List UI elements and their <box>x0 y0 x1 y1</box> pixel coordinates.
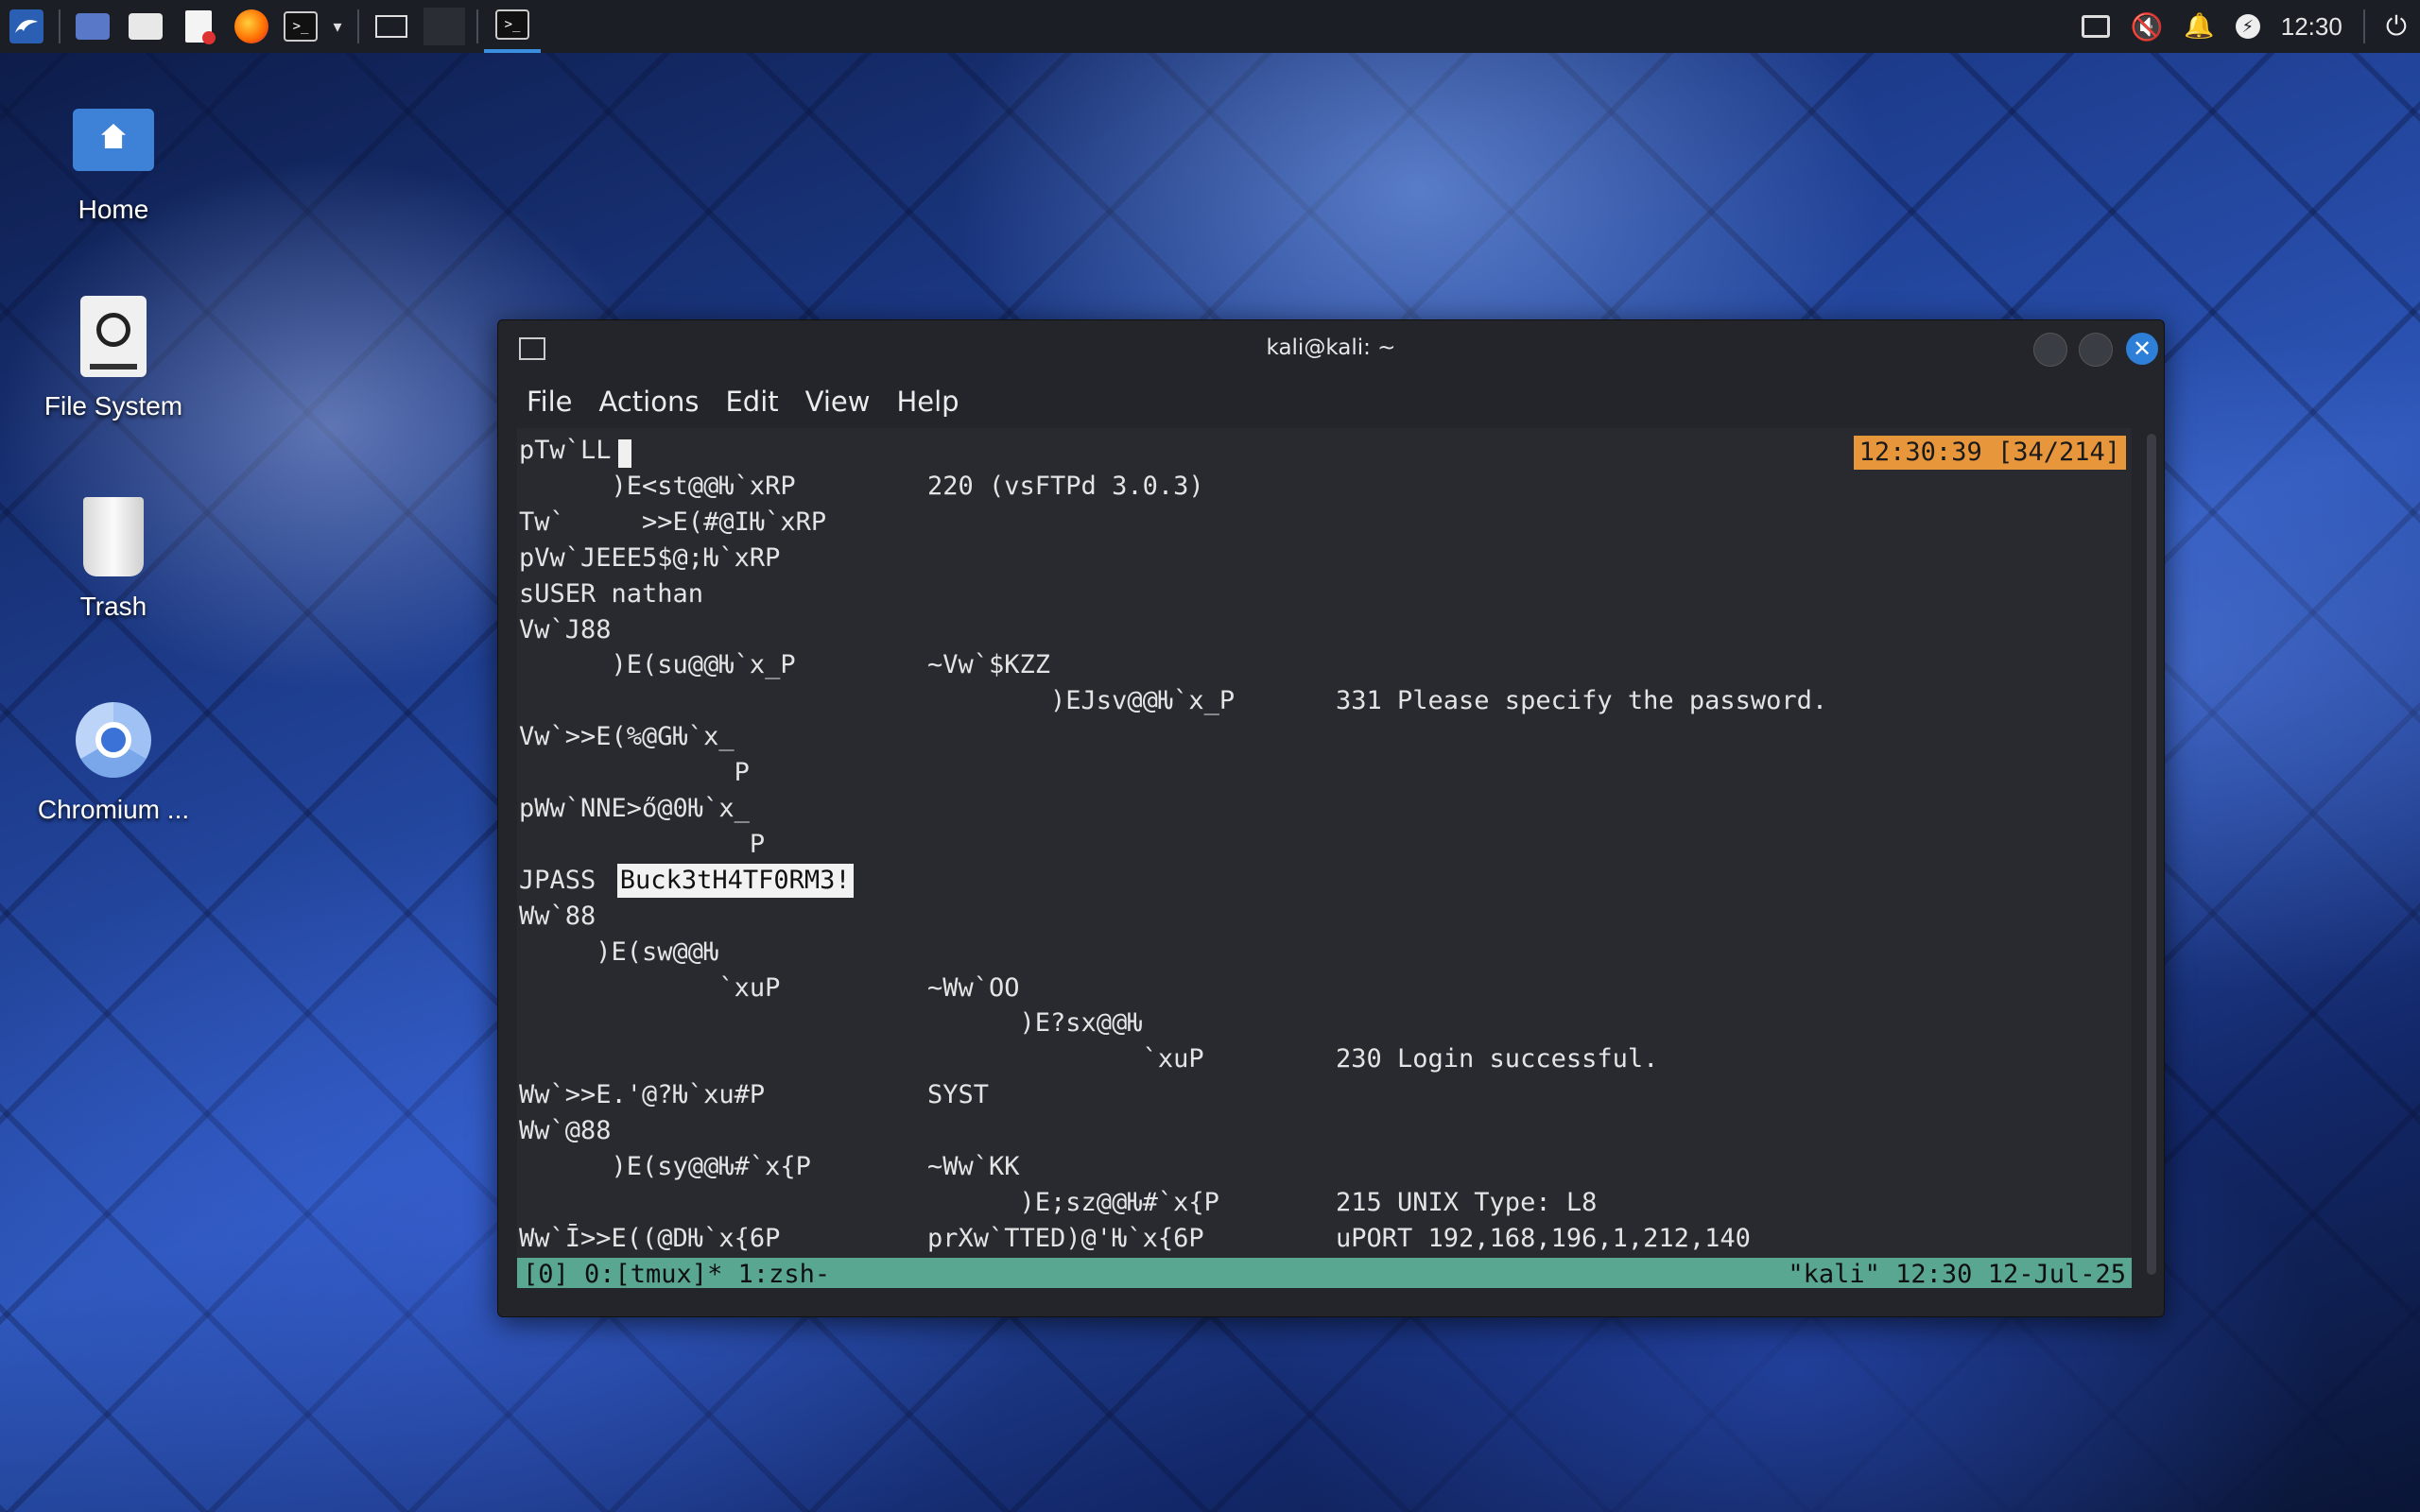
desktop-icon-label: File System <box>43 391 183 421</box>
terminal-line: ~Ww`OO <box>927 972 1020 1003</box>
power-manager-icon[interactable]: ⚡ <box>2235 14 2260 39</box>
volume-muted-icon[interactable]: 🔇 <box>2131 11 2164 43</box>
tmux-timestamp-badge: 12:30:39 [34/214] <box>1853 436 2126 470</box>
chromium-icon <box>68 695 159 785</box>
logout-icon[interactable]: ⏻ <box>2386 10 2407 43</box>
drive-icon <box>68 291 159 382</box>
desktop-icon-label: Trash <box>79 592 147 621</box>
desktop-icon-label: Home <box>78 195 149 224</box>
workspace-icon <box>424 8 465 45</box>
workspace-icon <box>375 15 407 38</box>
terminal-line: Tw` >>E(#@IǶ`xRP <box>519 507 827 537</box>
kali-menu-button[interactable] <box>0 0 53 53</box>
folder-icon <box>129 13 163 40</box>
menu-actions[interactable]: Actions <box>599 386 700 418</box>
tmux-status-left[interactable]: [0] 0:[tmux]* 1:zsh- <box>523 1258 830 1288</box>
menu-file[interactable]: File <box>527 386 573 418</box>
terminal-line: SYST <box>927 1080 990 1110</box>
terminal-cursor <box>618 439 631 468</box>
terminal-line: P <box>519 758 750 788</box>
tmux-status-bar: [0] 0:[tmux]* 1:zsh- "kali" 12:30 12-Jul… <box>517 1258 2132 1288</box>
desktop-icon-chromium[interactable]: Chromium ... <box>19 695 208 825</box>
desktop-icon-home[interactable]: Home <box>19 94 208 225</box>
terminal-line: ~Vw`$KZZ <box>927 650 1051 680</box>
terminal-window: kali@kali: ~ ✕ File Actions Edit View He… <box>497 319 2165 1317</box>
kali-dragon-icon <box>9 9 43 43</box>
terminal-line: Ww`88 <box>519 901 596 931</box>
workspace-1[interactable] <box>365 0 418 53</box>
terminal-line: pWw`NNE>ő@0Ƕ`x_ <box>519 794 750 823</box>
panel-separator <box>2362 9 2365 43</box>
menu-edit[interactable]: Edit <box>725 386 778 418</box>
trash-icon <box>68 491 159 582</box>
window-title: kali@kali: ~ <box>1266 335 1396 360</box>
network-icon[interactable] <box>2081 15 2110 38</box>
terminal-line: sUSER nathan <box>519 578 704 609</box>
firefox-icon <box>234 9 268 43</box>
terminal-icon: >_ <box>495 9 529 40</box>
terminal-line: pVw`JEEE5$@;Ƕ`xRP <box>519 542 781 573</box>
terminal-line: 215 UNIX Type: L8 <box>1336 1187 1598 1217</box>
terminal-line: 331 Please specify the password. <box>1336 686 1828 716</box>
terminal-line: )E(su@@Ƕ`x_P <box>519 650 796 680</box>
highlighted-password: Buck3tH4TF0RM3! <box>616 863 854 898</box>
terminal-line: pTw`LL <box>519 436 612 465</box>
panel-clock[interactable]: 12:30 <box>2281 12 2342 42</box>
taskbar-terminal-window[interactable]: >_ <box>484 0 541 53</box>
terminal-line: Ww`>>E.'@?Ƕ`xu#P <box>519 1080 766 1110</box>
terminal-line: )E;sz@@Ƕ#`x{P <box>927 1187 1219 1217</box>
close-icon: ✕ <box>2132 335 2152 362</box>
terminal-line: `xuP <box>519 972 781 1003</box>
top-panel: >_ ▾ >_ 🔇 🔔 ⚡ 12:30 ⏻ <box>0 0 2420 53</box>
text-editor-launcher[interactable] <box>172 0 225 53</box>
tmux-status-right: "kali" 12:30 12-Jul-25 <box>1788 1260 2126 1288</box>
notification-bell-icon[interactable]: 🔔 <box>2184 12 2214 41</box>
panel-separator <box>357 9 359 43</box>
workspace-2[interactable] <box>418 0 471 53</box>
chevron-down-icon: ▾ <box>333 16 342 37</box>
desktop-icon <box>76 13 110 40</box>
terminal-line: prXw`TTED)@'Ƕ`x{6P <box>927 1223 1204 1253</box>
terminal-icon <box>519 337 545 360</box>
panel-separator <box>476 9 478 43</box>
desktop-icon-label: Chromium ... <box>37 795 190 824</box>
scrollbar[interactable] <box>2147 434 2156 1275</box>
terminal-line: )E(sy@@Ƕ#`x{P <box>519 1152 811 1181</box>
terminal-line: ~Ww`KK <box>927 1152 1020 1181</box>
menu-help[interactable]: Help <box>896 386 959 418</box>
close-button[interactable]: ✕ <box>2126 333 2158 365</box>
terminal-launcher-dropdown[interactable]: ▾ <box>323 0 352 53</box>
terminal-line: )E<st@@Ƕ`xRP <box>519 471 796 501</box>
terminal-line: JPASS <box>519 865 612 895</box>
terminal-line: 230 Login successful. <box>1336 1044 1659 1074</box>
terminal-line: )EJsv@@Ƕ`x_P <box>927 686 1236 716</box>
terminal-line: )E(sw@@Ƕ <box>519 936 719 967</box>
terminal-launcher[interactable]: >_ <box>278 0 323 53</box>
system-tray: 🔇 🔔 ⚡ 12:30 ⏻ <box>2081 0 2420 53</box>
text-editor-icon <box>185 10 216 44</box>
terminal-line: Ww`@88 <box>519 1116 612 1146</box>
terminal-line: Ww`Ī>>E((@DǶ`x{6P <box>519 1223 781 1253</box>
home-folder-icon <box>68 94 159 185</box>
terminal-line: uPORT 192,168,196,1,212,140 <box>1336 1223 1751 1253</box>
menu-bar: File Actions Edit View Help <box>498 375 2164 428</box>
terminal-line: 220 (vsFTPd 3.0.3) <box>927 471 1204 501</box>
show-desktop-button[interactable] <box>66 0 119 53</box>
terminal-line: P <box>519 829 766 859</box>
maximize-button[interactable] <box>2079 333 2113 367</box>
desktop-icon-trash[interactable]: Trash <box>19 491 208 622</box>
file-manager-launcher[interactable] <box>119 0 172 53</box>
minimize-button[interactable] <box>2033 333 2067 367</box>
panel-separator <box>59 9 60 43</box>
terminal-line: Vw`J88 <box>519 614 612 644</box>
window-titlebar[interactable]: kali@kali: ~ ✕ <box>498 320 2164 375</box>
menu-view[interactable]: View <box>805 386 871 418</box>
firefox-launcher[interactable] <box>225 0 278 53</box>
terminal-line: Vw`>>E(%@GǶ`x_ <box>519 722 735 752</box>
desktop-icon-file-system[interactable]: File System <box>19 291 208 421</box>
terminal-line: )E?sx@@Ƕ <box>927 1008 1143 1039</box>
terminal-line: `xuP <box>927 1044 1204 1074</box>
terminal-output[interactable]: 12:30:39 [34/214] pTw`LL )E<st@@Ƕ`xRP 220… <box>517 428 2132 1288</box>
terminal-icon: >_ <box>284 11 318 42</box>
